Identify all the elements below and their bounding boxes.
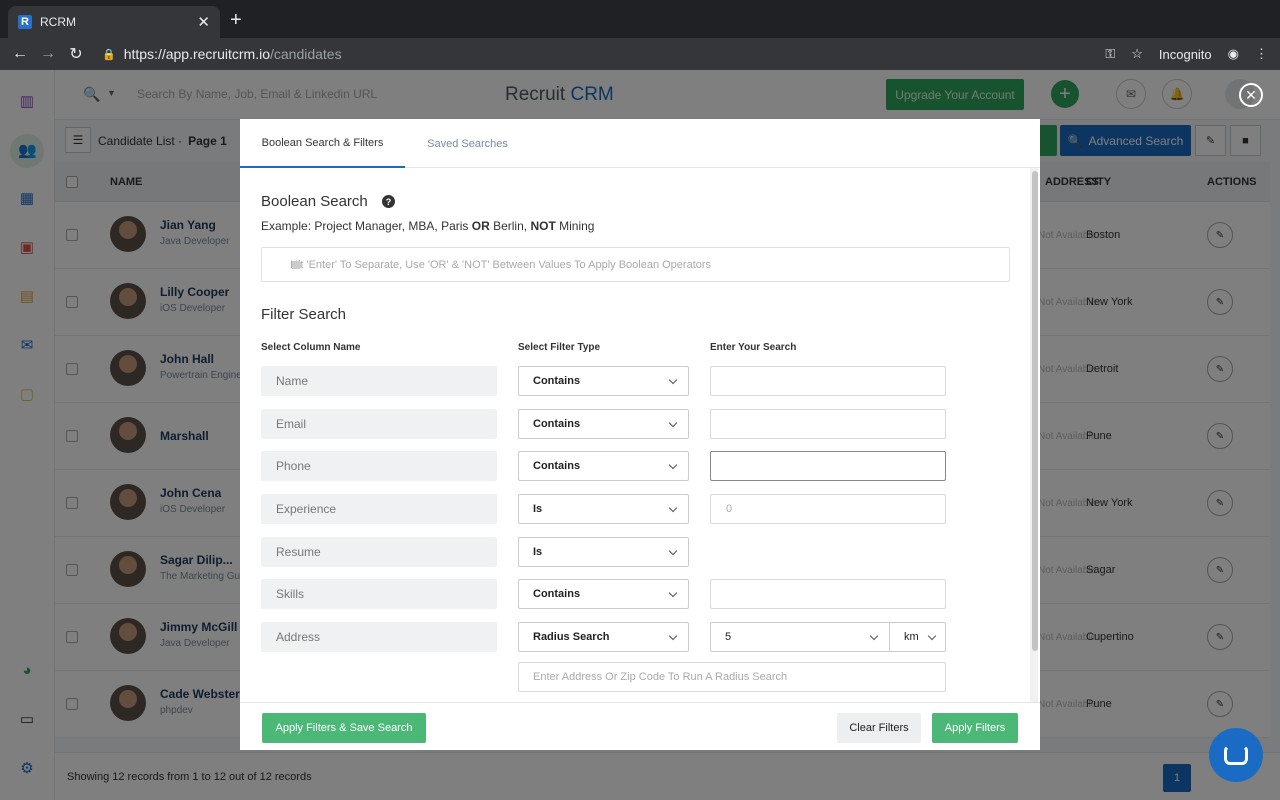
boolean-search-input[interactable]: Hit 'Enter' To Separate, Use 'OR' & 'NOT… — [261, 247, 1010, 282]
reload-icon[interactable]: ↻ — [62, 44, 90, 64]
tab-close-icon[interactable]: ✕ — [197, 13, 210, 31]
browser-tab-bar: R RCRM ✕ + — [0, 0, 1280, 38]
filter-value-experience-input[interactable]: 0 — [710, 494, 946, 524]
menu-icon[interactable]: ⋮ — [1255, 46, 1268, 62]
tab-title: RCRM — [40, 15, 76, 29]
new-tab-icon[interactable]: + — [230, 9, 242, 32]
filter-type-select-experience[interactable]: Is — [518, 494, 689, 524]
example-or: OR — [471, 219, 490, 233]
advanced-search-modal: Boolean Search & Filters Saved Searches … — [240, 119, 1040, 750]
filter-value-email-input[interactable] — [710, 409, 946, 439]
filter-column-address: Address — [261, 622, 497, 652]
radius-select[interactable]: 5 — [710, 622, 890, 652]
filter-value-skills-input[interactable] — [710, 579, 946, 609]
modal-scrollbar-thumb[interactable] — [1032, 171, 1038, 651]
url-host: https://app.recruitcrm.io — [123, 46, 270, 62]
close-icon[interactable]: ✕ — [1239, 83, 1263, 107]
address-radius-input[interactable]: Enter Address Or Zip Code To Run A Radiu… — [518, 662, 946, 692]
rcrm-favicon-icon: R — [18, 15, 32, 29]
filter-type-select-email[interactable]: Contains — [518, 409, 689, 439]
browser-tab[interactable]: R RCRM ✕ — [8, 6, 220, 38]
example-not: NOT — [530, 219, 556, 233]
incognito-label: Incognito — [1158, 46, 1212, 62]
example-mid: Berlin, — [489, 219, 531, 233]
modal-tabs: Boolean Search & Filters Saved Searches — [240, 119, 1040, 168]
boolean-example: Example: Project Manager, MBA, Paris OR … — [261, 219, 594, 233]
incognito-icon: ◉ — [1227, 46, 1239, 61]
boolean-placeholder: Hit 'Enter' To Separate, Use 'OR' & 'NOT… — [290, 258, 712, 271]
url-path: /candidates — [269, 46, 342, 62]
apply-save-search-button[interactable]: Apply Filters & Save Search — [262, 713, 426, 743]
filter-column-phone: Phone — [261, 451, 497, 481]
forward-icon[interactable]: → — [34, 45, 62, 63]
modal-body: Boolean Search ? Example: Project Manage… — [240, 168, 1040, 702]
example-prefix: Example: Project Manager, MBA, Paris — [261, 219, 472, 233]
filter-column-name: Name — [261, 366, 497, 396]
chat-support-button[interactable] — [1209, 728, 1263, 782]
filter-type-select-address[interactable]: Radius Search — [518, 622, 689, 652]
lock-icon: 🔒 — [102, 48, 116, 61]
url-field[interactable]: 🔒 https://app.recruitcrm.io/candidates — [102, 46, 342, 62]
tab-boolean-search[interactable]: Boolean Search & Filters — [240, 119, 405, 168]
tab-saved-searches[interactable]: Saved Searches — [405, 119, 530, 168]
boolean-search-title: Boolean Search — [261, 193, 368, 210]
chat-icon — [1224, 745, 1248, 765]
radius-unit-select[interactable]: km — [889, 622, 946, 652]
filter-type-select-resume[interactable]: Is — [518, 537, 689, 567]
filter-type-select-skills[interactable]: Contains — [518, 579, 689, 609]
help-icon[interactable]: ? — [382, 195, 395, 208]
filter-search-title: Filter Search — [261, 306, 347, 323]
search-value-header: Enter Your Search — [710, 342, 797, 353]
back-icon[interactable]: ← — [6, 45, 34, 63]
filter-value-phone-input[interactable] — [710, 451, 946, 481]
example-suffix: Mining — [555, 219, 595, 233]
filter-column-experience: Experience — [261, 494, 497, 524]
modal-footer: Apply Filters & Save Search Clear Filter… — [240, 702, 1040, 750]
key-icon[interactable]: ⚿ — [1105, 46, 1115, 62]
filter-type-select-name[interactable]: Contains — [518, 366, 689, 396]
address-bar: ← → ↻ 🔒 https://app.recruitcrm.io/candid… — [0, 38, 1280, 70]
clear-filters-button[interactable]: Clear Filters — [837, 713, 921, 743]
filter-column-skills: Skills — [261, 579, 497, 609]
filter-type-header: Select Filter Type — [518, 342, 601, 353]
apply-filters-button[interactable]: Apply Filters — [932, 713, 1018, 743]
filter-type-select-phone[interactable]: Contains — [518, 451, 689, 481]
filter-column-email: Email — [261, 409, 497, 439]
column-name-header: Select Column Name — [261, 342, 361, 353]
filter-column-resume: Resume — [261, 537, 497, 567]
filter-value-name-input[interactable] — [710, 366, 946, 396]
star-icon[interactable]: ☆ — [1131, 46, 1143, 62]
